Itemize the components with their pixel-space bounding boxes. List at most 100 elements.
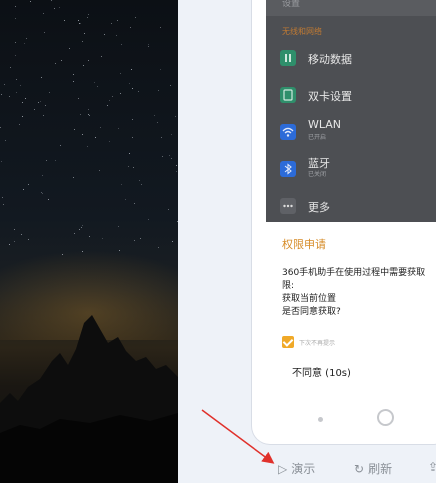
refresh-label: 刷新 [368,462,393,476]
settings-top-label: 设置 [282,0,301,9]
star [1,196,3,198]
star [8,244,10,246]
star [116,35,118,37]
star [171,158,173,160]
settings-item-dual-sim[interactable]: 双卡设置 [266,79,436,115]
star [58,7,60,9]
demo-button[interactable]: ▷ 演示 [278,460,315,477]
star [120,43,122,45]
star [83,32,85,34]
star [78,19,80,21]
star [55,63,56,65]
star [157,246,159,248]
star [138,180,140,182]
recent-apps-button[interactable] [318,417,323,422]
permission-dialog: 权限申请 360手机助手在使用过程中需要获取 限: 获取当前位置 是否同意获取?… [266,222,436,397]
settings-item-mobile-data[interactable]: 移动数据 [266,42,436,78]
star [161,155,163,157]
star [87,145,89,147]
star [86,16,88,18]
star [98,169,100,171]
star [121,183,123,185]
star [69,47,71,49]
star [41,77,42,78]
more-icon [280,198,296,214]
star [157,122,159,124]
star [15,42,17,44]
settings-item-wlan[interactable]: WLAN 已开启 [266,116,436,152]
star [170,133,172,135]
settings-item-more[interactable]: 更多 [266,190,436,226]
settings-item-label: 更多 [308,201,330,214]
star [81,134,83,136]
settings-item-label: WLAN [308,118,342,131]
dont-remind-checkbox[interactable] [282,336,294,348]
star [19,124,21,126]
star [49,91,51,93]
star [15,79,17,81]
settings-item-bluetooth[interactable]: 蓝牙 已关闭 [266,153,436,189]
star [80,23,82,25]
star [48,199,50,201]
disagree-button[interactable]: 不同意 (10s) [292,364,351,379]
settings-top-bar: 设置 [266,0,436,16]
star [61,254,63,256]
refresh-icon: ↻ [354,462,365,476]
star [101,237,103,239]
star [158,89,160,91]
star [168,154,170,156]
star [0,126,1,128]
star [22,189,24,191]
dialog-body-line: 是否同意获取? [282,307,341,317]
star [175,115,177,117]
star [168,208,170,210]
star [160,27,162,29]
background-night-sky [0,0,178,483]
star [132,118,133,120]
star [73,177,75,178]
star [15,54,17,56]
star [127,166,129,168]
demo-label: 演示 [291,462,316,476]
star [88,109,90,110]
star [112,96,114,98]
settings-item-label: 移动数据 [308,53,352,66]
star [104,34,106,36]
star [24,42,26,44]
star [170,84,171,86]
home-button[interactable] [377,409,394,426]
settings-item-status: 已关闭 [308,171,327,178]
star [41,174,43,176]
star [20,85,22,87]
star [33,109,35,110]
star [82,65,84,67]
star [59,144,61,146]
share-icon[interactable]: ⇪ [428,460,436,474]
star [147,46,149,48]
dual-sim-icon [280,87,296,103]
star [111,22,113,24]
star [159,68,161,70]
star [22,101,24,103]
star [101,56,103,57]
refresh-button[interactable]: ↻ 刷新 [354,460,392,477]
star [93,81,95,83]
star [45,160,47,161]
bluetooth-icon [280,161,296,177]
star [3,204,4,206]
star [73,74,75,75]
star [43,115,45,117]
dialog-body-line: 获取当前位置 [282,294,337,304]
star [80,114,82,116]
star [117,127,119,129]
star [99,126,101,128]
star [88,115,90,117]
star [27,183,29,185]
star [97,85,99,87]
play-icon: ▷ [278,462,288,476]
star [117,226,119,228]
star [29,0,31,2]
star [87,13,89,15]
dialog-title: 权限申请 [282,238,326,251]
star [132,137,134,139]
